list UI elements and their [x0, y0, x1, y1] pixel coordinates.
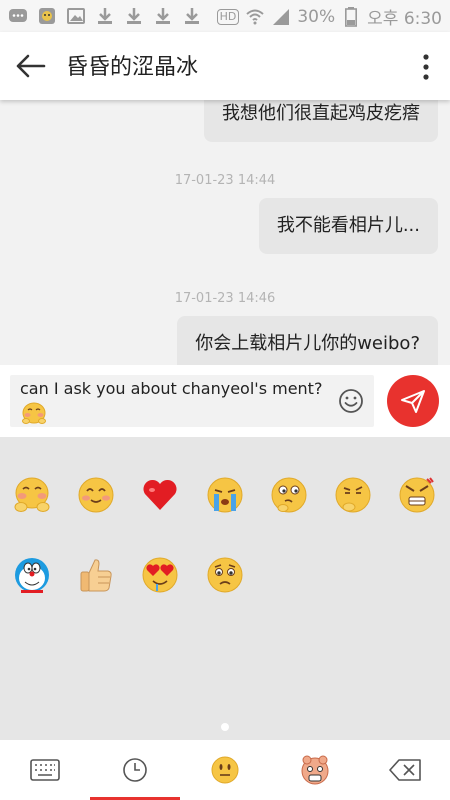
- keyboard-tab[interactable]: [0, 740, 90, 800]
- shy-face-emoji[interactable]: [12, 475, 52, 515]
- clock-icon: [123, 758, 147, 782]
- thinking-face-emoji[interactable]: [269, 475, 309, 515]
- smile-face-emoji[interactable]: [76, 475, 116, 515]
- emoji-category-bar: [0, 740, 450, 800]
- message-bubble[interactable]: 你会上载相片儿你的weibo?: [177, 316, 438, 365]
- app-notification-icon: [37, 6, 57, 26]
- image-notification-icon: [66, 6, 86, 26]
- page-title: 昏昏的涩晶冰: [66, 55, 199, 80]
- download-icon: [124, 6, 144, 26]
- recent-emoji-tab[interactable]: [90, 740, 180, 800]
- message-timestamp: 17-01-23 14:46: [174, 291, 276, 306]
- send-icon: [401, 390, 425, 413]
- thumbs-up-emoji[interactable]: [76, 555, 116, 595]
- battery-percent: 30%: [297, 6, 336, 27]
- emoji-toggle-button[interactable]: [338, 388, 364, 414]
- clock: 오후 6:30: [367, 9, 442, 29]
- pondering-face-emoji[interactable]: [333, 475, 373, 515]
- emoji-panel: [0, 437, 450, 740]
- message-bubble[interactable]: 我不能看相片儿...: [258, 198, 438, 254]
- download-icon: [95, 6, 115, 26]
- angry-face-icon: [399, 477, 435, 513]
- signal-icon: [271, 7, 291, 27]
- message-input[interactable]: can I ask you about chanyeol's ment?: [10, 375, 374, 427]
- hd-voice-badge: HD: [216, 8, 240, 25]
- page-indicator-dot[interactable]: [221, 723, 229, 731]
- message-bubble[interactable]: 我想他们很直起鸡皮疙瘩: [204, 100, 438, 142]
- message-timestamp: 17-01-23 14:44: [174, 173, 276, 188]
- shy-face-emoji-icon: [22, 402, 46, 424]
- backspace-button[interactable]: [360, 740, 450, 800]
- app-bar: 昏昏的涩晶冰: [0, 32, 450, 100]
- battery-icon: [341, 6, 361, 27]
- sad-face-icon: [207, 557, 243, 593]
- crying-face-emoji[interactable]: [205, 475, 245, 515]
- backspace-icon: [389, 759, 421, 781]
- back-arrow-icon: [16, 54, 46, 78]
- heart-eyes-face-emoji[interactable]: [140, 555, 180, 595]
- emoji-face-icon: [211, 756, 239, 784]
- crying-face-icon: [207, 477, 243, 513]
- sticker-tab[interactable]: [270, 740, 360, 800]
- thinking-face-icon: [271, 477, 307, 513]
- keyboard-icon: [30, 759, 60, 781]
- status-bar: HD 30% 오후 6:30: [0, 0, 450, 32]
- doraemon-emoji[interactable]: [12, 555, 52, 595]
- download-icon: [153, 6, 173, 26]
- doraemon-icon: [15, 558, 49, 593]
- heart-eyes-face-icon: [142, 557, 178, 593]
- emoji-tab[interactable]: [180, 740, 270, 800]
- sad-face-emoji[interactable]: [205, 555, 245, 595]
- smile-face-icon: [78, 477, 114, 513]
- wifi-icon: [245, 7, 265, 27]
- message-input-text: can I ask you about chanyeol's ment?: [20, 379, 323, 398]
- download-icon: [182, 6, 202, 26]
- more-options-button[interactable]: [420, 52, 432, 82]
- send-button[interactable]: [387, 375, 439, 427]
- chat-history[interactable]: 我想他们很直起鸡皮疙瘩 17-01-23 14:44 我不能看相片儿... 17…: [0, 100, 450, 365]
- smiley-icon: [339, 389, 363, 413]
- shy-face-icon: [14, 477, 50, 512]
- back-button[interactable]: [12, 50, 48, 82]
- message-composer: can I ask you about chanyeol's ment?: [0, 365, 450, 437]
- chat-notification-icon: [8, 6, 28, 26]
- thumbs-up-icon: [80, 559, 112, 592]
- heart-emoji[interactable]: [140, 475, 180, 515]
- sticker-character-icon: [301, 755, 329, 785]
- heart-icon: [143, 479, 177, 510]
- angry-face-emoji[interactable]: [397, 475, 437, 515]
- pondering-face-icon: [335, 477, 371, 513]
- more-vertical-icon: [423, 54, 429, 80]
